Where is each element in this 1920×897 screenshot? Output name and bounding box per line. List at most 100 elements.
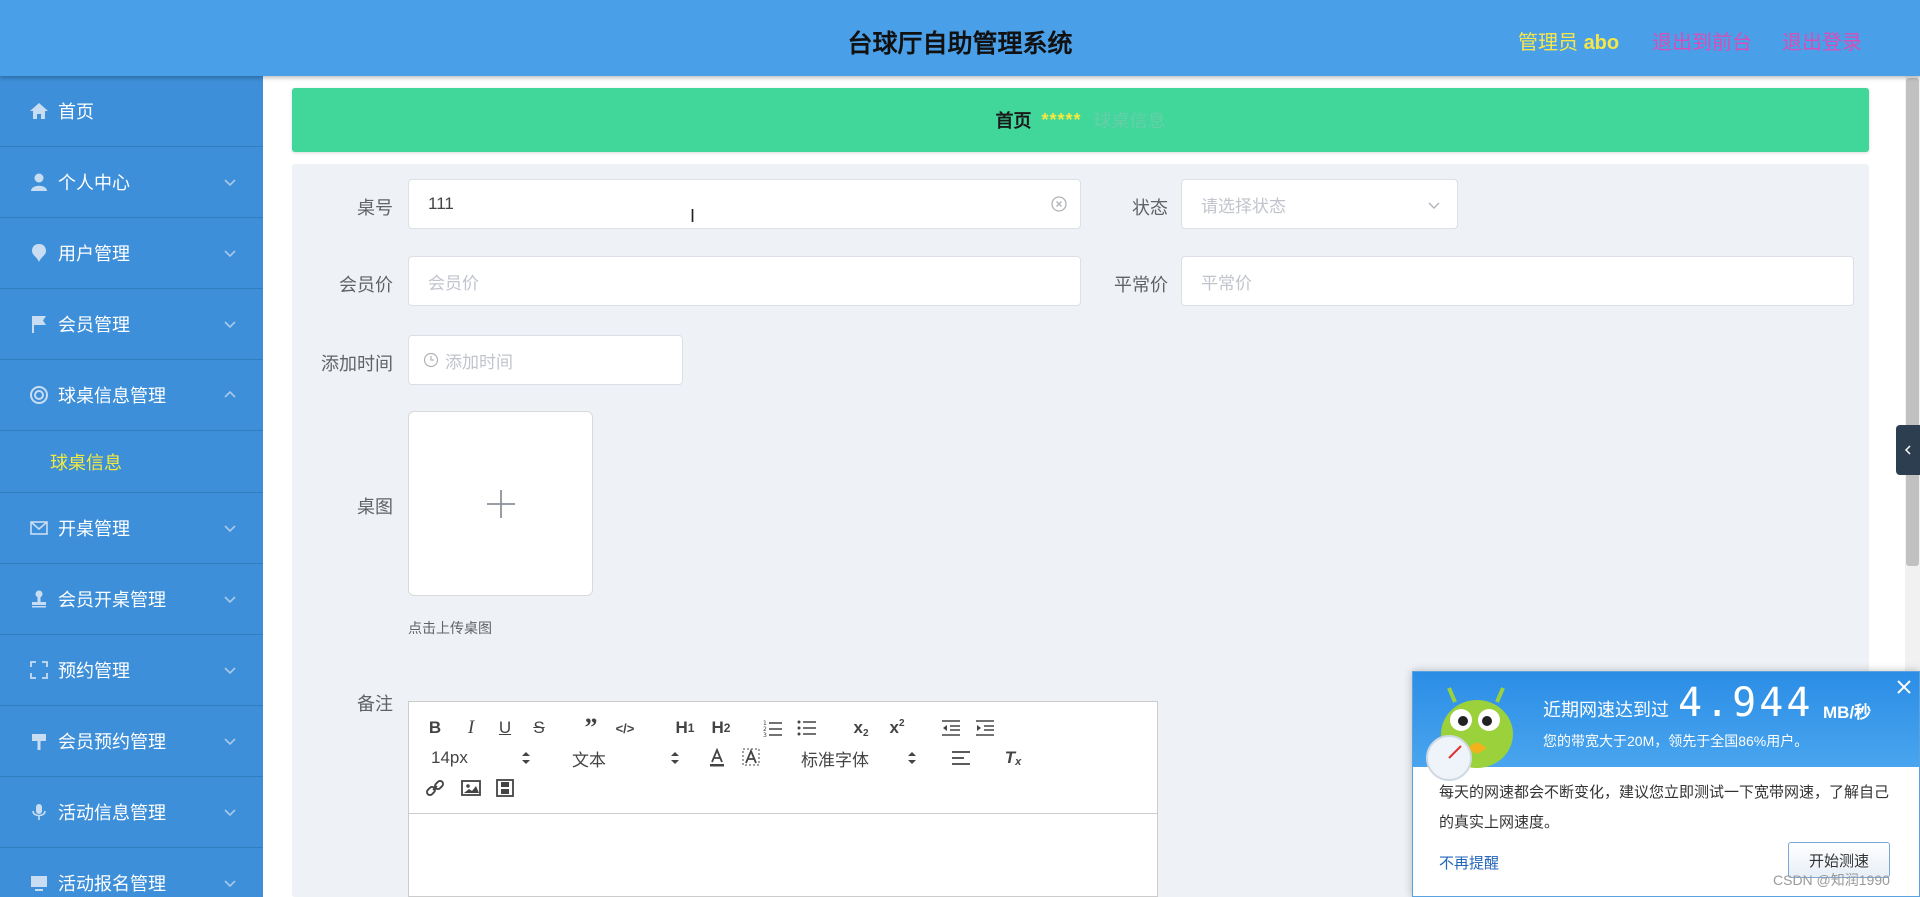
status-label: 状态 xyxy=(1132,198,1168,218)
breadcrumb: 首页 ***** 球桌信息 xyxy=(292,88,1869,152)
background-color-button[interactable] xyxy=(739,746,763,770)
table-no-value: 111 xyxy=(428,194,454,213)
text-style-value: 文本 xyxy=(572,750,606,770)
sidebar-item-label: 球桌信息管理 xyxy=(58,386,166,406)
exit-to-front-link[interactable]: 退出到前台 xyxy=(1652,26,1752,55)
ordered-list-button[interactable]: 123 xyxy=(761,716,785,740)
upload-tip: 点击上传桌图 xyxy=(408,620,492,636)
lifebuoy-icon xyxy=(28,384,50,406)
sidebar-item-member-open-table-management[interactable]: 会员开桌管理 xyxy=(0,564,263,635)
image-button[interactable] xyxy=(459,776,483,800)
strikethrough-button[interactable]: S xyxy=(527,716,551,740)
bold-button[interactable]: B xyxy=(423,716,447,740)
font-color-button[interactable] xyxy=(705,746,729,770)
breadcrumb-home[interactable]: 首页 xyxy=(995,107,1031,133)
speedtest-popup: 近期网速达到过 4.944 MB/秒 您的带宽大于20M，领先于全国86%用户。… xyxy=(1412,671,1920,897)
close-icon[interactable] xyxy=(1895,678,1913,696)
align-button[interactable] xyxy=(949,746,973,770)
admin-label: 管理员 abo xyxy=(1518,26,1619,55)
italic-button[interactable]: I xyxy=(459,716,483,740)
sidebar-item-reservation-management[interactable]: 预约管理 xyxy=(0,635,263,706)
text-style-select[interactable]: 文本 xyxy=(572,746,680,770)
sidebar-item-personal-center[interactable]: 个人中心 xyxy=(0,147,263,218)
outdent-button[interactable] xyxy=(939,716,963,740)
svg-text:3: 3 xyxy=(763,732,767,737)
sidebar-item-label: 活动信息管理 xyxy=(58,803,166,823)
member-price-placeholder: 会员价 xyxy=(428,273,479,293)
status-placeholder: 请选择状态 xyxy=(1201,196,1286,216)
plus-icon xyxy=(486,489,515,518)
scrollbar-thumb[interactable] xyxy=(1906,78,1919,566)
add-time-label: 添加时间 xyxy=(321,354,393,374)
sidebar-item-home[interactable]: 首页 xyxy=(0,76,263,147)
chevron-down-icon xyxy=(224,250,236,258)
sidebar-item-activity-info-management[interactable]: 活动信息管理 xyxy=(0,777,263,848)
editor-toolbar: B I U S ” </> H1 H2 123 x2 x2 14px 文本 标准… xyxy=(409,702,1157,814)
clock-icon xyxy=(423,352,439,368)
chevron-down-icon xyxy=(1428,202,1440,209)
sidebar-item-open-table-management[interactable]: 开桌管理 xyxy=(0,493,263,564)
video-button[interactable] xyxy=(493,776,517,800)
admin-username: abo xyxy=(1583,32,1620,54)
sidebar-subitem-table-info[interactable]: 球桌信息 xyxy=(0,431,263,493)
dismiss-link[interactable]: 不再提醒 xyxy=(1439,852,1499,873)
popup-header: 近期网速达到过 4.944 MB/秒 您的带宽大于20M，领先于全国86%用户。 xyxy=(1413,672,1919,781)
add-time-picker[interactable]: 添加时间 xyxy=(408,335,683,385)
sidebar-item-member-reservation-management[interactable]: 会员预约管理 xyxy=(0,706,263,777)
sidebar-item-label: 个人中心 xyxy=(58,173,130,193)
rich-text-editor: B I U S ” </> H1 H2 123 x2 x2 14px 文本 标准… xyxy=(408,701,1158,897)
heading2-button[interactable]: H2 xyxy=(707,716,735,740)
image-icon xyxy=(461,780,481,796)
link-icon xyxy=(426,780,444,796)
chevron-down-icon xyxy=(224,179,236,187)
popup-speed-unit: MB/秒 xyxy=(1823,703,1872,722)
sidebar-item-label: 会员开桌管理 xyxy=(58,590,166,610)
font-size-select[interactable]: 14px xyxy=(431,746,531,770)
code-button[interactable]: </> xyxy=(613,716,637,740)
sidebar-item-table-info-management[interactable]: 球桌信息管理 xyxy=(0,360,263,431)
clear-format-button[interactable]: Tx xyxy=(1001,746,1025,770)
popup-body-text: 每天的网速都会不断变化，建议您立即测试一下宽带网速，了解自己的真实上网速度。 xyxy=(1439,784,1890,831)
status-select[interactable]: 请选择状态 xyxy=(1181,179,1458,229)
link-button[interactable] xyxy=(423,776,447,800)
table-no-label: 桌号 xyxy=(357,198,393,218)
underline-button[interactable]: U xyxy=(493,716,517,740)
member-price-input[interactable]: 会员价 xyxy=(408,256,1081,306)
sidebar-item-label: 首页 xyxy=(58,102,94,122)
fullscreen-icon xyxy=(28,659,50,681)
sidebar-item-activity-signup-management[interactable]: 活动报名管理 xyxy=(0,848,263,897)
video-icon xyxy=(496,779,514,797)
remark-label: 备注 xyxy=(357,694,393,714)
side-collapse-tab[interactable] xyxy=(1896,425,1920,475)
sidebar-item-member-management[interactable]: 会员管理 xyxy=(0,289,263,360)
image-upload-box[interactable] xyxy=(408,411,593,596)
table-no-input[interactable]: 111 xyxy=(408,179,1081,229)
popup-headline: 近期网速达到过 xyxy=(1543,700,1669,720)
font-family-select[interactable]: 标准字体 xyxy=(801,746,917,770)
sidebar-item-label: 预约管理 xyxy=(58,661,130,681)
indent-button[interactable] xyxy=(973,716,997,740)
breadcrumb-current: 球桌信息 xyxy=(1093,111,1166,131)
outdent-icon xyxy=(942,720,960,736)
normal-price-label: 平常价 xyxy=(1114,275,1168,295)
updown-arrow-icon xyxy=(671,752,679,764)
sidebar-item-user-management[interactable]: 用户管理 xyxy=(0,218,263,289)
sidebar-item-label: 活动报名管理 xyxy=(58,874,166,894)
stamp-icon xyxy=(28,588,50,610)
normal-price-input[interactable]: 平常价 xyxy=(1181,256,1854,306)
member-price-label: 会员价 xyxy=(339,275,393,295)
updown-arrow-icon xyxy=(908,752,916,764)
blockquote-button[interactable]: ” xyxy=(579,713,603,742)
superscript-button[interactable]: x2 xyxy=(885,716,909,740)
logout-link[interactable]: 退出登录 xyxy=(1782,26,1862,55)
subscript-button[interactable]: x2 xyxy=(849,716,873,740)
bullet-list-button[interactable] xyxy=(795,716,819,740)
bullet-list-icon xyxy=(797,720,816,736)
microphone-icon xyxy=(28,801,50,823)
ordered-list-icon: 123 xyxy=(763,720,782,737)
font-color-icon xyxy=(710,748,724,767)
admin-prefix: 管理员 xyxy=(1518,32,1578,54)
heading1-button[interactable]: H1 xyxy=(671,716,699,740)
sidebar: 首页 个人中心 用户管理 会员管理 球桌信息管理 球桌信息 开桌管理 会员开桌管… xyxy=(0,76,263,897)
sidebar-item-label: 会员管理 xyxy=(58,315,130,335)
